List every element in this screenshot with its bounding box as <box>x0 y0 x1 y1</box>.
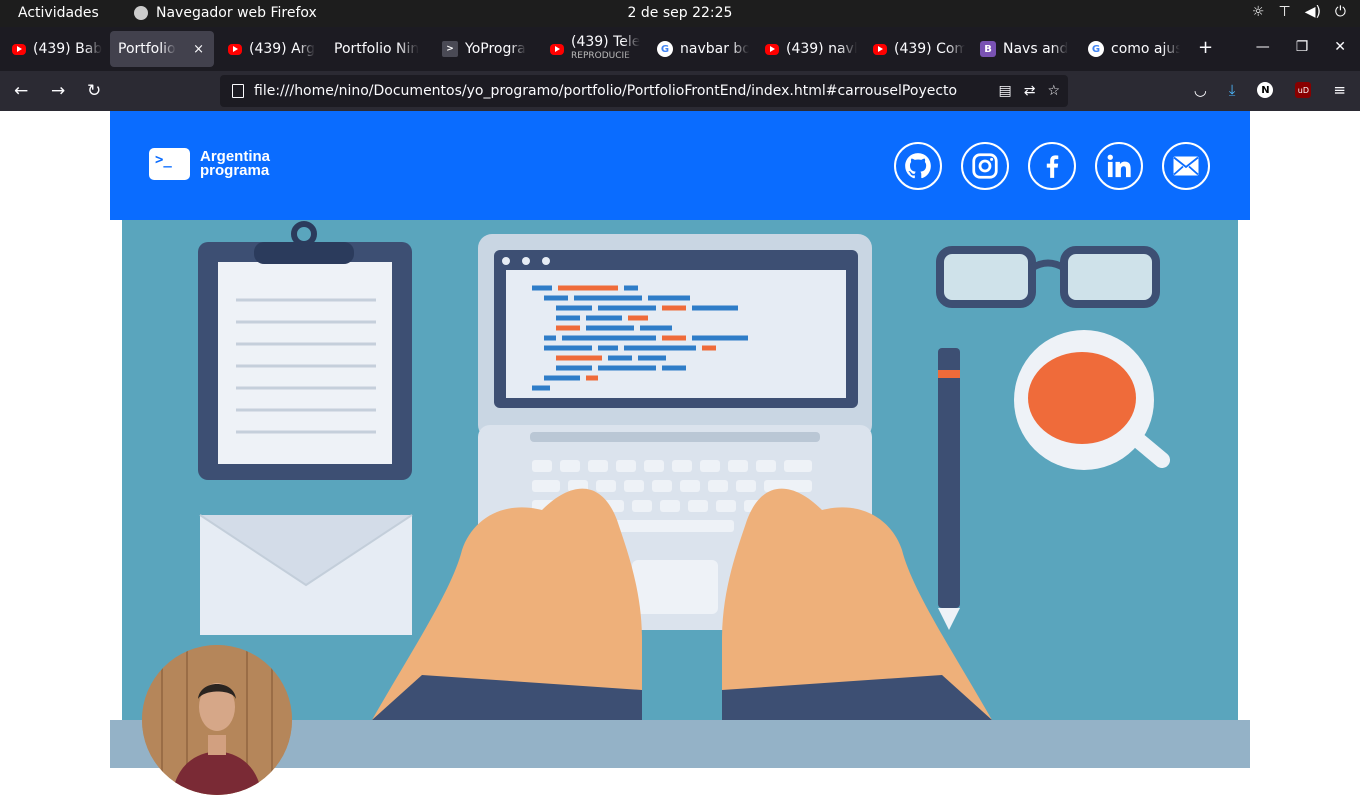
url-text[interactable]: file:///home/nino/Documentos/yo_programo… <box>254 83 998 99</box>
email-icon[interactable] <box>1162 142 1210 190</box>
page-content: >_ Argentina programa <box>0 111 1360 795</box>
clock[interactable]: 2 de sep 22:25 <box>0 5 1360 21</box>
workspace-illustration <box>198 221 1170 720</box>
tab[interactable]: (439) Tele REPRODUCIE <box>542 31 642 67</box>
youtube-icon <box>550 43 564 55</box>
system-tray[interactable]: ☼ ⊤ ◀) ⏻ <box>1252 4 1346 20</box>
bookmark-star-icon[interactable]: ☆ <box>1047 83 1060 99</box>
tab[interactable]: Portfolio Nin <box>326 31 426 67</box>
hero-image <box>122 220 1238 720</box>
tab-active[interactable]: Portfolio × <box>110 31 214 67</box>
youtube-icon <box>12 43 26 55</box>
tab[interactable]: (439) Bab <box>4 31 104 67</box>
tab[interactable]: > YoProgra <box>434 31 534 67</box>
window-controls: — ❐ ✕ <box>1256 39 1346 55</box>
tab-strip: (439) Bab Portfolio × (439) Arg Portfolio… <box>0 27 1360 71</box>
youtube-icon <box>765 43 779 55</box>
terminal-logo-icon: >_ <box>149 148 190 180</box>
youtube-icon <box>228 43 242 55</box>
reload-icon[interactable]: ↻ <box>87 81 101 101</box>
system-top-bar: Actividades Navegador web Firefox 2 de s… <box>0 0 1360 27</box>
tab[interactable]: (439) Arg <box>220 31 320 67</box>
back-icon[interactable]: ← <box>14 81 28 101</box>
tab[interactable]: Gnavbar bo <box>649 31 749 67</box>
url-bar[interactable]: file:///home/nino/Documentos/yo_programo… <box>220 75 1068 107</box>
minimize-icon[interactable]: — <box>1256 39 1270 55</box>
site-header: >_ Argentina programa <box>110 111 1250 220</box>
tab[interactable]: (439) Com <box>865 31 965 67</box>
menu-icon[interactable]: ≡ <box>1333 81 1346 99</box>
new-tab-button[interactable]: + <box>1198 37 1213 58</box>
site-logo[interactable]: >_ Argentina programa <box>149 148 270 180</box>
linkedin-icon[interactable] <box>1095 142 1143 190</box>
bootstrap-icon: B <box>980 41 996 57</box>
brightness-icon[interactable]: ☼ <box>1252 4 1265 20</box>
social-links <box>894 142 1210 190</box>
terminal-icon: > <box>442 41 458 57</box>
close-window-icon[interactable]: ✕ <box>1334 39 1346 55</box>
tab[interactable]: B Navs and <box>972 31 1072 67</box>
file-icon <box>232 84 244 98</box>
forward-icon[interactable]: → <box>51 81 65 101</box>
youtube-icon <box>873 43 887 55</box>
facebook-icon[interactable] <box>1028 142 1076 190</box>
translate-icon[interactable]: ⇄ <box>1024 83 1036 99</box>
instagram-icon[interactable] <box>961 142 1009 190</box>
power-icon[interactable]: ⏻ <box>1335 4 1346 20</box>
reader-view-icon[interactable]: ▤ <box>998 83 1011 99</box>
tab[interactable]: (439) navl <box>757 31 857 67</box>
github-icon[interactable] <box>894 142 942 190</box>
ublock-icon[interactable]: uD <box>1295 82 1312 98</box>
close-tab-icon[interactable]: × <box>193 42 204 57</box>
google-icon: G <box>657 41 673 57</box>
download-icon[interactable]: ⤓ <box>1229 81 1236 99</box>
pocket-icon[interactable]: ◡ <box>1194 81 1207 99</box>
extension-n-icon[interactable]: N <box>1257 82 1274 98</box>
nav-toolbar: ← → ↻ file:///home/nino/Documentos/yo_pr… <box>0 71 1360 111</box>
network-icon[interactable]: ⊤ <box>1278 4 1290 20</box>
profile-photo <box>142 645 292 795</box>
volume-icon[interactable]: ◀) <box>1305 4 1321 20</box>
logo-line-2: programa <box>200 162 270 179</box>
tab[interactable]: Gcomo ajus <box>1080 31 1180 67</box>
restore-icon[interactable]: ❐ <box>1296 39 1309 55</box>
google-icon: G <box>1088 41 1104 57</box>
profile-avatar <box>142 645 292 795</box>
